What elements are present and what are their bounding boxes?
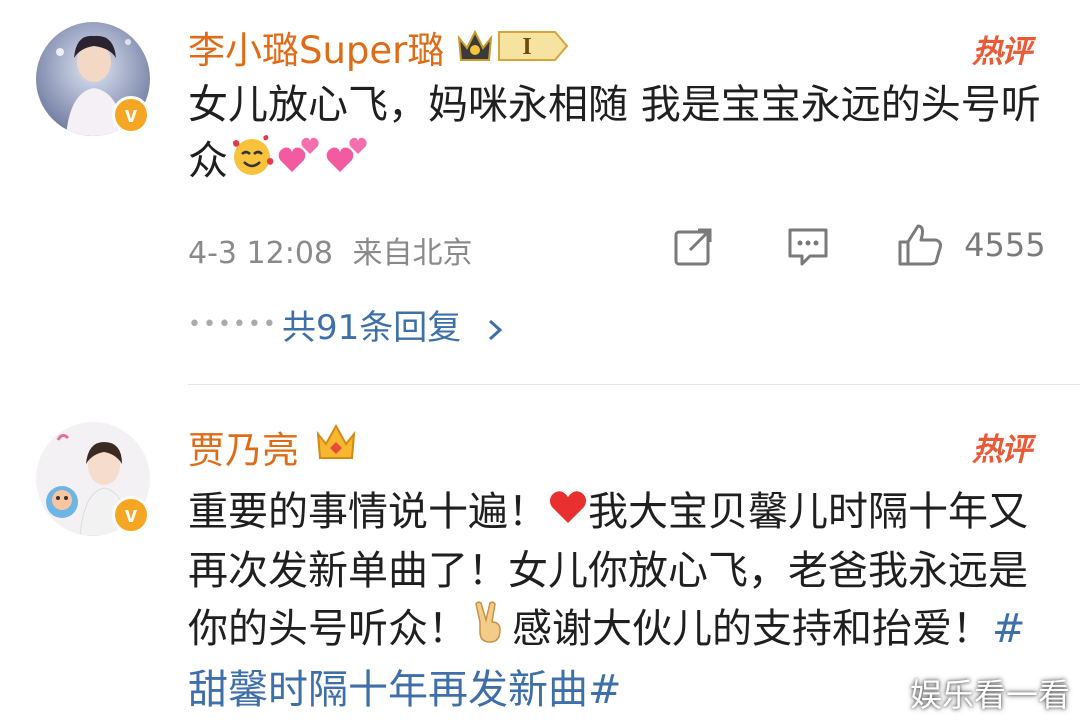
like-button[interactable]: 4555 <box>896 222 1046 268</box>
divider <box>188 384 1080 385</box>
comment-1: v 李小璐Super璐 I 热评 女儿放心飞，妈咪永相随 我是宝宝永远的头号听众… <box>0 0 1080 360</box>
comment-text: 女儿放心飞，妈咪永相随 我是宝宝永远的头号听众 <box>188 78 1048 194</box>
verified-badge-icon: v <box>112 496 150 534</box>
crown-badge-icon <box>314 420 358 468</box>
location: 来自北京 <box>352 236 473 271</box>
smiling-face-with-hearts-icon <box>228 132 276 194</box>
view-replies-link[interactable]: 共91条回复 <box>282 300 504 349</box>
thumbs-up-icon <box>898 224 942 266</box>
svg-text:I: I <box>522 34 531 60</box>
share-button[interactable] <box>672 224 716 276</box>
hot-comment-label: 热评 <box>972 34 1032 70</box>
vip-crown-badge-icon: I <box>455 22 571 70</box>
comment-meta: 4-3 12:08 来自北京 <box>188 228 473 272</box>
timestamp: 4-3 12:08 <box>188 236 333 271</box>
red-heart-icon <box>548 486 588 543</box>
verified-badge-icon: v <box>112 96 150 134</box>
two-hearts-icon <box>324 132 372 194</box>
chevron-right-icon <box>486 308 504 348</box>
two-hearts-icon <box>276 132 324 194</box>
hot-comment-label: 热评 <box>972 432 1032 468</box>
comment-icon <box>788 228 828 266</box>
share-icon <box>674 228 712 266</box>
reply-dots: •••••• <box>188 312 278 337</box>
victory-hand-icon <box>468 600 512 662</box>
username[interactable]: 李小璐Super璐 <box>188 20 444 74</box>
comment-button[interactable] <box>786 224 830 276</box>
watermark: 娱乐看一看 <box>909 676 1070 714</box>
username[interactable]: 贾乃亮 <box>188 420 299 474</box>
like-count: 4555 <box>964 226 1046 264</box>
